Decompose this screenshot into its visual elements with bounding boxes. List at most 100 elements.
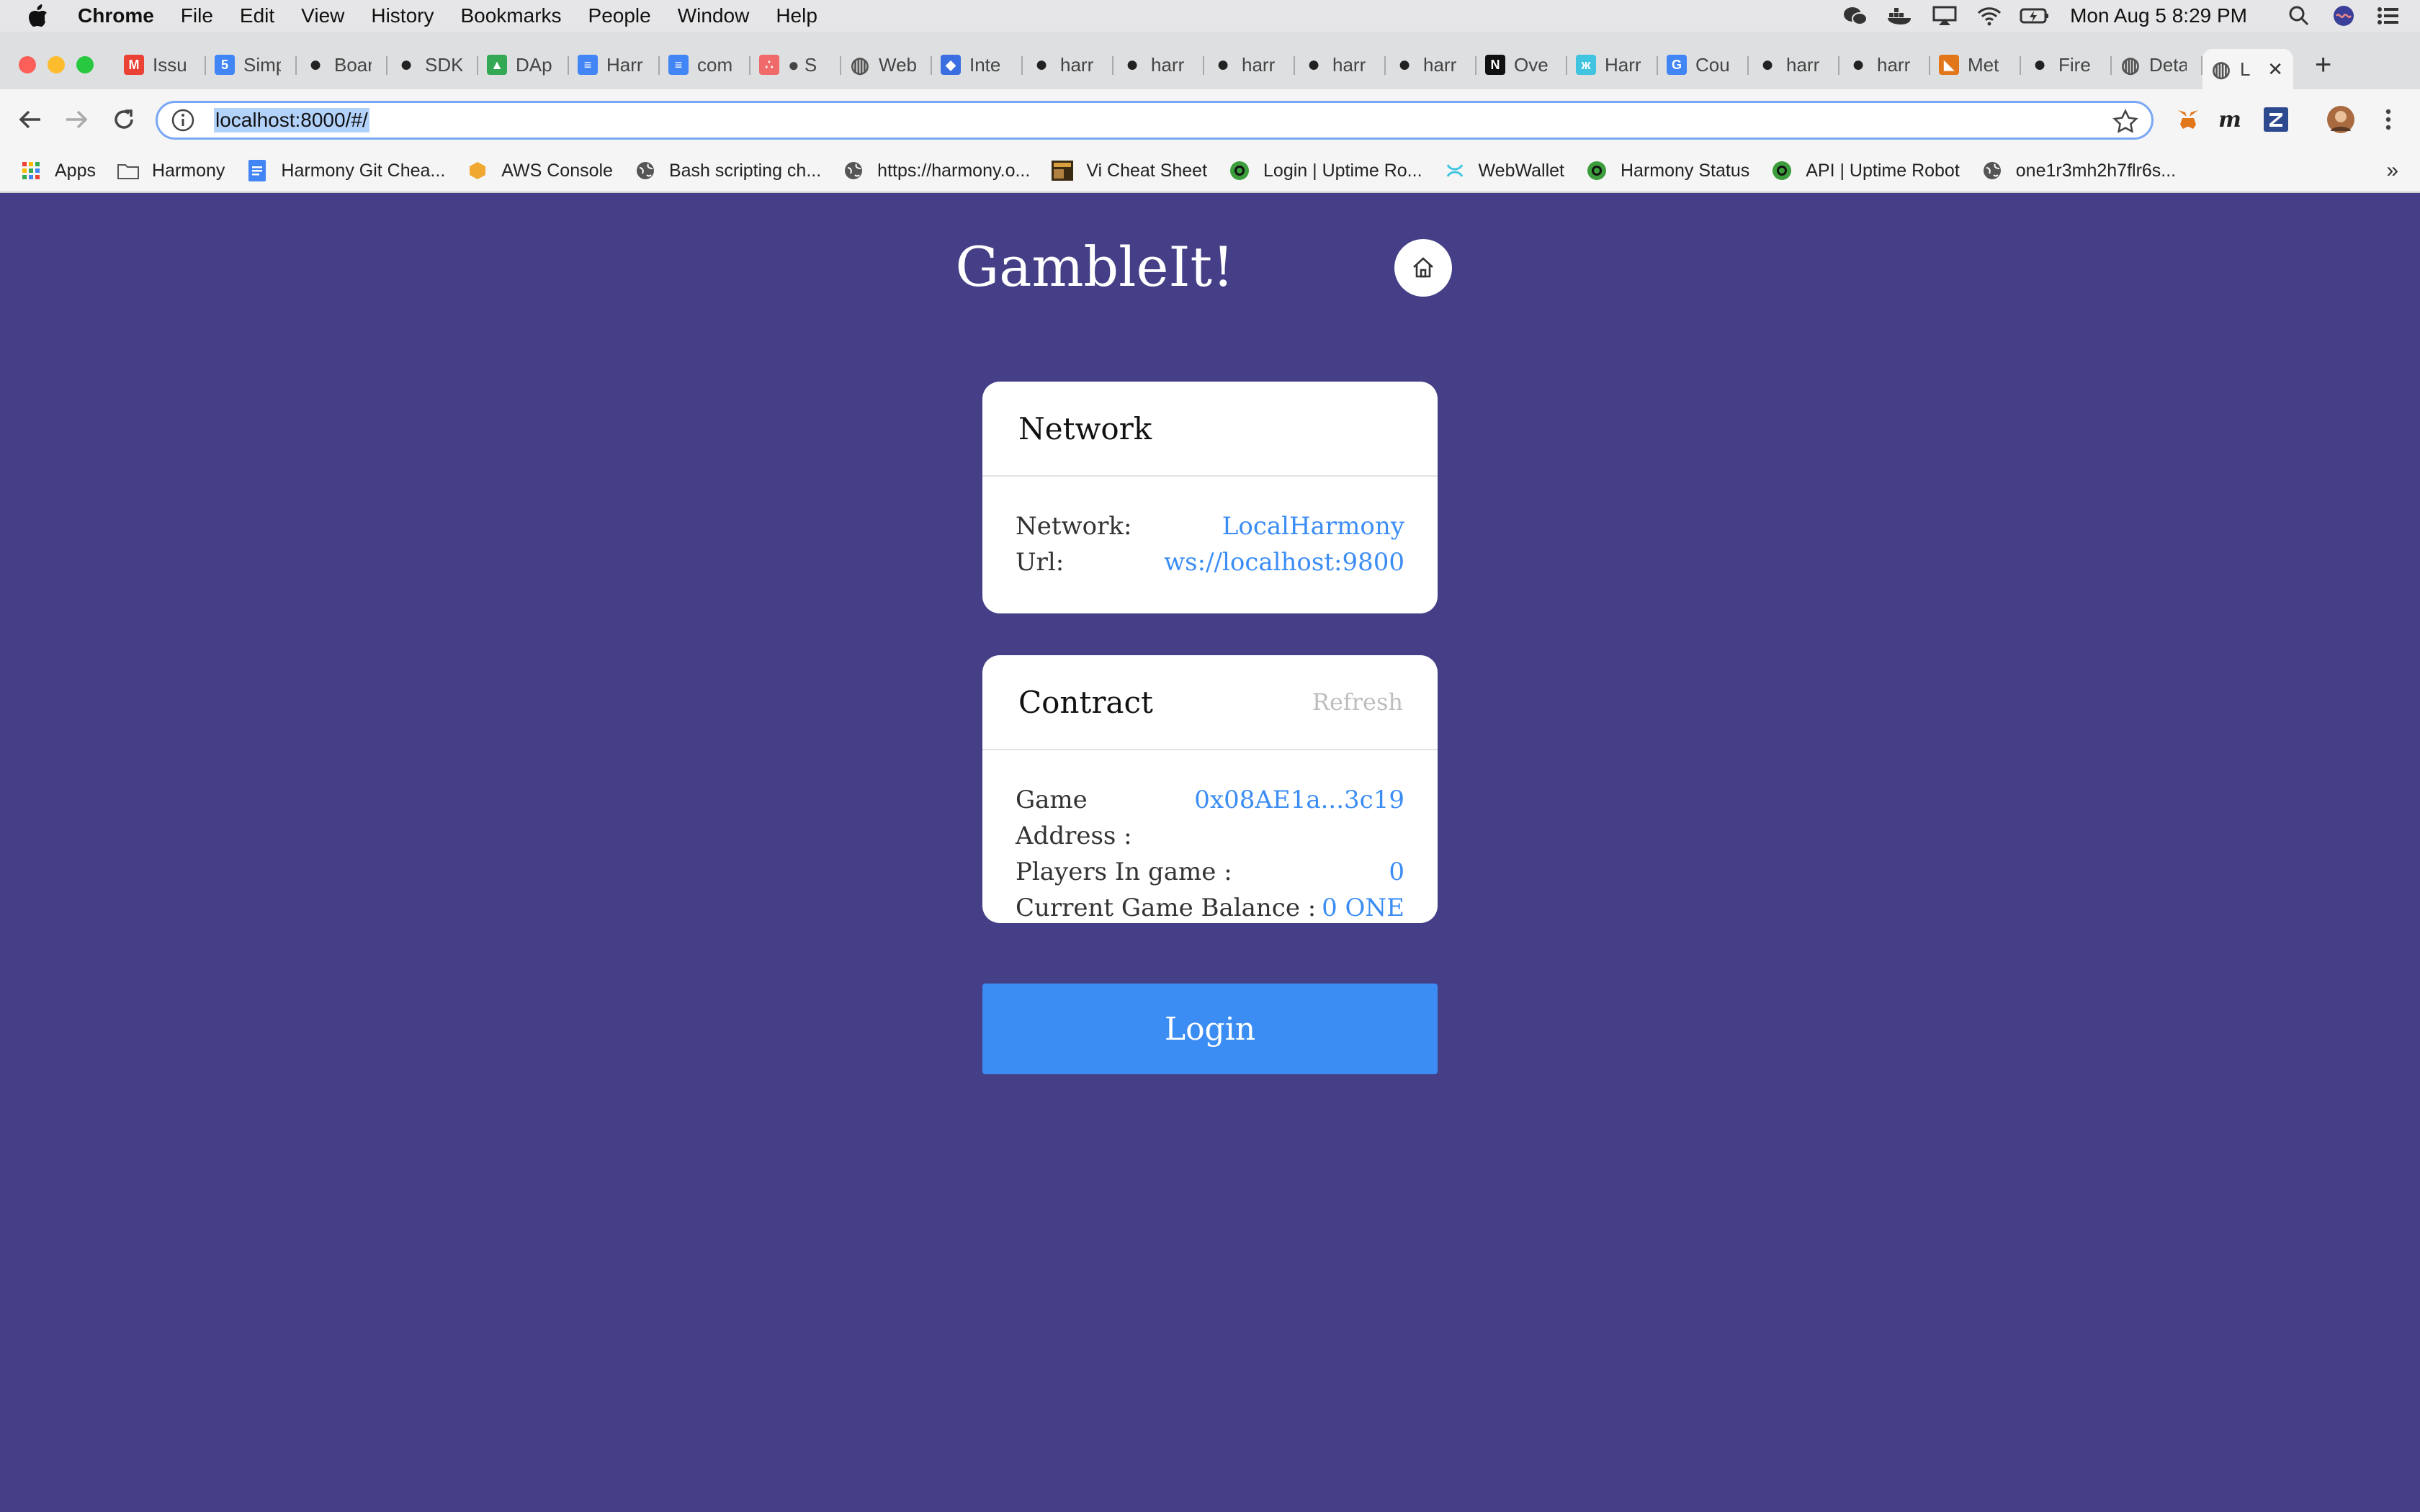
bookmark-item[interactable]: WebWallet xyxy=(1444,160,1564,181)
menu-app-name[interactable]: Chrome xyxy=(78,4,154,27)
game-address-value: 0x08AE1a...3c19 xyxy=(1194,786,1404,814)
github-icon: ● xyxy=(1851,53,1865,76)
bookmark-label: API | Uptime Robot xyxy=(1806,160,1960,181)
siri-icon[interactable] xyxy=(2329,4,2358,27)
game-balance-label: Current Game Balance : xyxy=(1016,894,1317,922)
menu-help[interactable]: Help xyxy=(776,4,817,27)
close-tab-icon[interactable]: ✕ xyxy=(2267,58,2283,81)
tab-title: harr xyxy=(1242,53,1276,76)
tab-title: Met xyxy=(1968,53,1999,76)
menu-history[interactable]: History xyxy=(371,4,434,27)
bookmark-item[interactable]: Apps xyxy=(20,160,96,181)
browser-tab[interactable]: ● harr xyxy=(1295,49,1386,81)
notification-center-icon[interactable] xyxy=(2374,4,2403,27)
browser-tab[interactable]: ● SDK xyxy=(387,49,478,81)
m-extension-icon[interactable]: m xyxy=(2215,105,2244,134)
contract-card-title: Contract xyxy=(1018,684,1153,720)
back-button[interactable] xyxy=(14,104,46,135)
browser-tab[interactable]: ◍ Deta xyxy=(2112,49,2202,81)
browser-tab[interactable]: ∴ ● S xyxy=(750,49,841,81)
browser-tab[interactable]: ● harr xyxy=(1839,49,1930,81)
browser-tab[interactable]: 5 Simp xyxy=(206,49,297,81)
bookmark-item[interactable]: Harmony Status xyxy=(1586,160,1749,181)
tab-title: Simp xyxy=(243,53,281,76)
bookmark-item[interactable]: https://harmony.o... xyxy=(843,160,1030,181)
airplay-icon[interactable] xyxy=(1930,4,1959,27)
minimize-window-icon[interactable] xyxy=(48,56,65,73)
menu-window[interactable]: Window xyxy=(678,4,750,27)
bookmark-item[interactable]: Bash scripting ch... xyxy=(635,160,821,181)
close-window-icon[interactable] xyxy=(19,56,36,73)
home-button[interactable] xyxy=(1394,239,1452,297)
chrome-menu-icon[interactable] xyxy=(2374,105,2403,134)
browser-tab[interactable]: ● harr xyxy=(1204,49,1295,81)
browser-tab[interactable]: ● harr xyxy=(1113,49,1204,81)
browser-tab[interactable]: ● harr xyxy=(1386,49,1476,81)
browser-tab[interactable]: ● harr xyxy=(1023,49,1113,81)
back-arrow-icon xyxy=(19,110,40,129)
bookmarks-overflow-button[interactable]: » xyxy=(2386,158,2398,183)
browser-tab[interactable]: ≡ Harr xyxy=(569,49,660,81)
address-bar[interactable]: localhost:8000/#/ xyxy=(156,101,2154,140)
network-label: Network: xyxy=(1016,512,1132,541)
network-card-header: Network xyxy=(982,382,1438,477)
app-title: GambleIt! xyxy=(955,235,1234,299)
forward-button[interactable] xyxy=(60,104,92,135)
browser-tab[interactable]: ● Fire xyxy=(2021,49,2112,81)
contract-card: Contract Refresh Game Address : 0x08AE1a… xyxy=(982,655,1438,923)
browser-tab[interactable]: ▲ DAp xyxy=(478,49,569,81)
metamask-extension-icon[interactable] xyxy=(2174,105,2202,134)
bookmark-item[interactable]: Harmony xyxy=(117,160,225,181)
browser-tab[interactable]: ● Boar xyxy=(297,49,387,81)
zotero-extension-icon[interactable] xyxy=(2262,105,2290,134)
bookmark-item[interactable]: Harmony Git Chea... xyxy=(246,160,445,181)
docker-icon[interactable] xyxy=(1886,4,1914,27)
profile-avatar[interactable] xyxy=(2326,105,2355,134)
bookmark-item[interactable]: Login | Uptime Ro... xyxy=(1229,160,1422,181)
menu-bookmarks[interactable]: Bookmarks xyxy=(460,4,561,27)
reload-button[interactable] xyxy=(108,104,140,135)
bookmark-item[interactable]: AWS Console xyxy=(467,160,613,181)
browser-tab[interactable]: ◣ Met xyxy=(1930,49,2021,81)
battery-icon[interactable] xyxy=(2020,4,2049,27)
menubar-clock[interactable]: Mon Aug 5 8:29 PM xyxy=(2070,4,2247,27)
site-info-icon[interactable] xyxy=(171,108,195,132)
network-card-title: Network xyxy=(1018,410,1152,446)
menu-people[interactable]: People xyxy=(588,4,651,27)
bookmark-item[interactable]: Vi Cheat Sheet xyxy=(1052,160,1207,181)
browser-tab[interactable]: ж Harr xyxy=(1567,49,1658,81)
wechat-icon[interactable] xyxy=(1841,4,1870,27)
browser-tab[interactable]: G Cou xyxy=(1658,49,1749,81)
login-button[interactable]: Login xyxy=(982,984,1438,1074)
browser-tab[interactable]: ◆ Inte xyxy=(932,49,1023,81)
menu-edit[interactable]: Edit xyxy=(240,4,274,27)
github-icon: ● xyxy=(1397,53,1412,76)
github-icon: ● xyxy=(1307,53,1321,76)
maximize-window-icon[interactable] xyxy=(76,56,94,73)
wifi-icon[interactable] xyxy=(1975,4,2004,27)
browser-tab[interactable]: ◍ Web xyxy=(841,49,932,81)
apps-grid-icon xyxy=(20,160,42,181)
refresh-button[interactable]: Refresh xyxy=(1312,688,1403,716)
tab-active[interactable]: ◍ L ✕ xyxy=(2202,49,2293,89)
url-value: ws://localhost:9800 xyxy=(1164,548,1404,577)
browser-tab[interactable]: N Ove xyxy=(1476,49,1567,81)
tab-title: DAp xyxy=(516,53,552,76)
address-bar-url[interactable]: localhost:8000/#/ xyxy=(214,108,369,132)
new-tab-button[interactable]: + xyxy=(2315,49,2331,81)
spotlight-search-icon[interactable] xyxy=(2285,4,2313,27)
github-icon: ● xyxy=(1760,53,1775,76)
globe-icon: ◍ xyxy=(850,53,870,77)
bookmark-item[interactable]: one1r3mh2h7flr6s... xyxy=(1981,160,2176,181)
bookmark-star-icon[interactable] xyxy=(2112,109,2138,135)
github-icon: ● xyxy=(1034,53,1049,76)
browser-tab[interactable]: ● harr xyxy=(1749,49,1839,81)
browser-tab[interactable]: M Issu xyxy=(115,49,206,81)
bookmark-item[interactable]: API | Uptime Robot xyxy=(1771,160,1960,181)
menu-file[interactable]: File xyxy=(181,4,213,27)
course-icon: ◆ xyxy=(941,55,961,75)
apple-icon[interactable] xyxy=(27,4,53,28)
tab-title: harr xyxy=(1423,53,1457,76)
browser-tab[interactable]: ≡ com xyxy=(660,49,750,81)
menu-view[interactable]: View xyxy=(301,4,344,27)
